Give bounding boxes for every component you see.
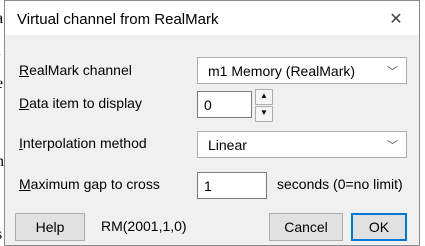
close-icon[interactable]: ✕: [385, 8, 407, 30]
max-gap-value: 1: [204, 178, 212, 194]
background-text: e: [0, 75, 3, 93]
data-item-spinner[interactable]: ▲ ▼: [255, 89, 273, 122]
background-text: a: [0, 10, 3, 28]
max-gap-input[interactable]: 1: [197, 172, 267, 199]
ok-button[interactable]: OK: [351, 213, 407, 241]
channel-dropdown[interactable]: m1 Memory (RealMark) ﹀: [197, 57, 407, 84]
interpolation-dropdown[interactable]: Linear ﹀: [197, 131, 407, 158]
help-button[interactable]: Help: [15, 213, 85, 241]
interpolation-label: Interpolation method: [19, 135, 147, 151]
background-text: s: [0, 226, 2, 244]
data-item-label: Data item to display: [19, 95, 142, 111]
data-item-value: 0: [204, 97, 212, 113]
chevron-down-icon: ﹀: [387, 140, 398, 152]
interpolation-value: Linear: [208, 137, 247, 153]
spin-down-icon[interactable]: ▼: [255, 106, 273, 122]
spin-up-icon[interactable]: ▲: [255, 89, 273, 105]
dialog-title: Virtual channel from RealMark: [17, 11, 219, 28]
title-bar: Virtual channel from RealMark ✕: [5, 1, 419, 35]
channel-label: RealMark channel: [19, 62, 132, 78]
channel-value: m1 Memory (RealMark): [208, 63, 356, 79]
status-text: RM(2001,1,0): [101, 218, 187, 234]
chevron-down-icon: ﹀: [387, 66, 398, 78]
max-gap-suffix: seconds (0=no limit): [277, 176, 403, 192]
max-gap-label: Maximum gap to cross: [19, 176, 160, 192]
data-item-input[interactable]: 0: [197, 91, 252, 118]
cancel-button[interactable]: Cancel: [269, 213, 343, 241]
virtual-channel-dialog: Virtual channel from RealMark ✕ RealMark…: [4, 0, 420, 246]
